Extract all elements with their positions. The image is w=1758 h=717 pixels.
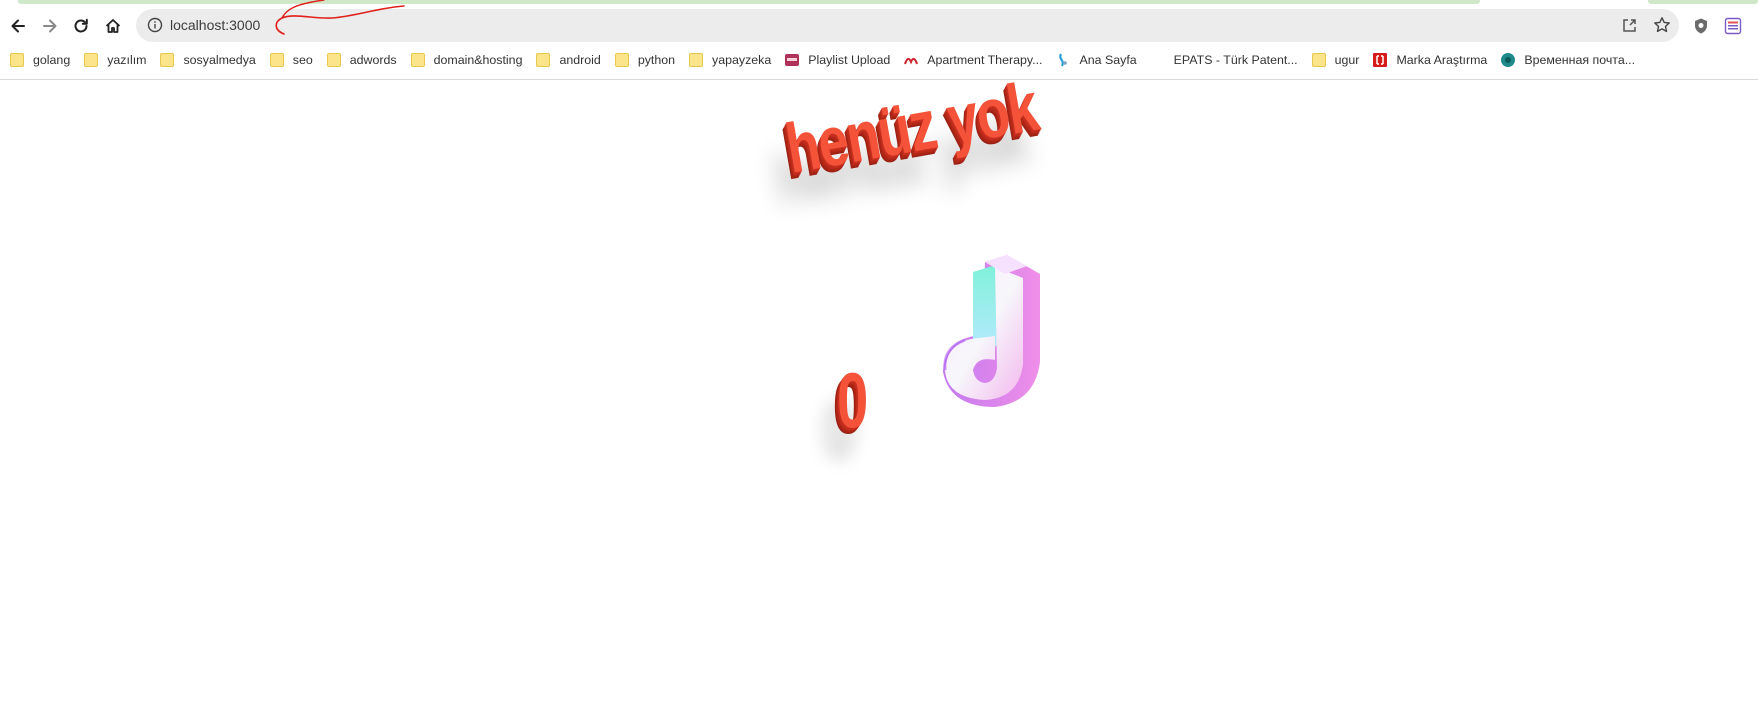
shield-extension-icon[interactable] — [1692, 17, 1710, 35]
bookmark-python[interactable]: python — [614, 53, 676, 67]
folder-icon — [269, 53, 284, 67]
bookmark-label: yazılım — [107, 53, 147, 67]
toolbar: localhost:3000 — [0, 8, 1758, 42]
bookmark-label: Ana Sayfa — [1079, 53, 1137, 67]
url-text[interactable]: localhost:3000 — [170, 17, 260, 33]
reload-button[interactable] — [67, 12, 95, 40]
bookmark-label: android — [559, 53, 601, 67]
apartment-therapy-favicon — [904, 58, 919, 65]
folder-icon — [614, 53, 629, 67]
bookmark-label: EPATS - Türk Patent... — [1173, 53, 1298, 67]
bookmark-adwords[interactable]: adwords — [326, 53, 397, 67]
bookmark-domain-hosting[interactable]: domain&hosting — [410, 53, 523, 67]
bookmark-label: Playlist Upload — [808, 53, 891, 67]
bookmark-android[interactable]: android — [536, 53, 601, 67]
info-icon[interactable] — [147, 17, 163, 33]
folder-icon — [1311, 53, 1326, 67]
folder-icon — [84, 53, 99, 67]
bookmark-label: Apartment Therapy... — [927, 53, 1043, 67]
bookmark-epats[interactable]: EPATS - Türk Patent... — [1151, 53, 1298, 67]
epats-favicon — [1151, 53, 1165, 67]
bookmark-label: sosyalmedya — [183, 53, 256, 67]
bookmark-golang[interactable]: golang — [10, 53, 70, 67]
bookmark-seo[interactable]: seo — [269, 53, 313, 67]
bookmark-ugur[interactable]: ugur — [1311, 53, 1360, 67]
bookmark-label: golang — [33, 53, 71, 67]
bookmark-label: ugur — [1334, 53, 1360, 67]
extension-icon[interactable] — [1724, 17, 1742, 35]
bookmark-temp-mail[interactable]: Временная почта... — [1501, 53, 1635, 67]
folder-icon — [410, 53, 425, 67]
bookmark-ana-sayfa[interactable]: Ana Sayfa — [1056, 53, 1137, 67]
bookmark-label: Временная почта... — [1524, 53, 1636, 67]
browser-chrome: localhost:3000 golang yazılım sosyalmedy… — [0, 0, 1758, 80]
bookmark-marka-arastirma[interactable]: Marka Araştırma — [1373, 53, 1487, 67]
arrow-left-icon — [11, 19, 25, 33]
temp-mail-favicon — [1501, 53, 1516, 67]
active-tab-edge[interactable] — [18, 0, 1480, 4]
back-button[interactable] — [4, 12, 32, 40]
page-content — [0, 80, 1758, 717]
folder-icon — [160, 53, 175, 67]
star-icon[interactable] — [1653, 16, 1671, 34]
ana-sayfa-favicon — [1059, 53, 1068, 67]
share-icon[interactable] — [1621, 17, 1638, 34]
forward-button[interactable] — [36, 12, 64, 40]
bookmark-label: domain&hosting — [433, 53, 523, 67]
folder-icon — [689, 53, 704, 67]
tab-edge[interactable] — [1648, 0, 1758, 4]
bookmark-label: yapayzeka — [712, 53, 772, 67]
folder-icon — [326, 53, 341, 67]
home-icon — [105, 19, 121, 33]
count-value: 0 — [837, 356, 869, 444]
bookmark-playlist-upload[interactable]: Playlist Upload — [785, 53, 890, 67]
folder-icon — [536, 53, 551, 67]
marka-favicon — [1373, 53, 1388, 67]
bookmark-sosyalmedya[interactable]: sosyalmedya — [160, 53, 256, 67]
address-bar[interactable]: localhost:3000 — [136, 9, 1679, 42]
arrow-right-icon — [43, 19, 57, 33]
bookmark-label: seo — [292, 53, 313, 67]
bookmark-yazilim[interactable]: yazılım — [84, 53, 146, 67]
bookmark-label: python — [637, 53, 676, 67]
home-button[interactable] — [99, 12, 127, 40]
tab-strip — [0, 0, 1758, 4]
bookmarks-bar: golang yazılım sosyalmedya seo adwords d… — [10, 48, 1649, 72]
bookmark-label: Marka Araştırma — [1396, 53, 1488, 67]
playlist-favicon — [785, 54, 800, 66]
bookmark-label: adwords — [349, 53, 397, 67]
folder-icon — [10, 53, 24, 67]
bookmark-apartment-therapy[interactable]: Apartment Therapy... — [904, 53, 1042, 67]
reload-icon — [74, 18, 88, 33]
bookmark-yapayzeka[interactable]: yapayzeka — [689, 53, 771, 67]
tiktok-note-icon — [943, 255, 1040, 407]
